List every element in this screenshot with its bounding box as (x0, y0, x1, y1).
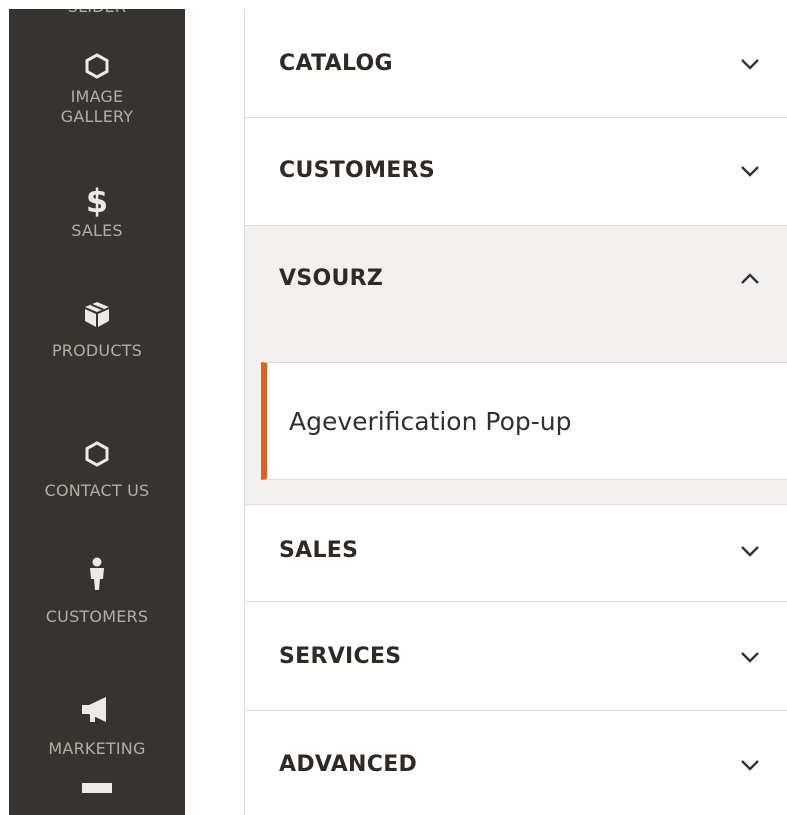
section-title: SERVICES (279, 644, 402, 669)
sidebar-item-label: IMAGE GALLERY (60, 87, 134, 126)
sidebar-item-sales[interactable]: $ SALES (9, 185, 185, 241)
section-vsourz[interactable]: VSOURZ (245, 226, 787, 343)
sidebar-item-label: PRODUCTS (51, 341, 143, 360)
dollar-icon: $ (85, 182, 109, 220)
section-title: SALES (279, 538, 359, 563)
sidebar-item-slider[interactable]: SLIDER (9, 9, 185, 17)
section-title: VSOURZ (279, 266, 384, 291)
config-item-ageverification-popup[interactable]: Ageverification Pop-up (261, 362, 787, 480)
chevron-down-icon (741, 59, 759, 70)
section-title: ADVANCED (279, 752, 418, 777)
admin-sidebar: SLIDER IMAGE GALLERY $ SALES PRODUCTS (9, 9, 185, 815)
chevron-down-icon (741, 546, 759, 557)
chevron-down-icon (741, 652, 759, 663)
section-title: CUSTOMERS (279, 158, 435, 183)
chevron-down-icon (741, 760, 759, 771)
sidebar-item-image-gallery[interactable]: IMAGE GALLERY (9, 53, 185, 127)
section-title: CATALOG (279, 51, 393, 76)
person-icon (9, 557, 185, 591)
store-icon (82, 783, 112, 793)
sidebar-item-marketing[interactable]: MARKETING (9, 695, 185, 759)
section-customers[interactable]: CUSTOMERS (245, 118, 787, 226)
megaphone-icon (9, 695, 185, 723)
chevron-down-icon (741, 166, 759, 177)
sidebar-item-products[interactable]: PRODUCTS (9, 299, 185, 361)
section-catalog[interactable]: CATALOG (245, 9, 787, 118)
sidebar-item-label: SALES (71, 221, 123, 240)
sidebar-item-contact-us[interactable]: CONTACT US (9, 441, 185, 501)
section-sales[interactable]: SALES (245, 505, 787, 602)
hexagon-icon (9, 441, 185, 467)
box-icon (9, 299, 185, 329)
section-vsourz-items: Ageverification Pop-up (245, 343, 787, 505)
section-services[interactable]: SERVICES (245, 602, 787, 711)
config-item-label: Ageverification Pop-up (289, 407, 572, 436)
section-advanced[interactable]: ADVANCED (245, 711, 787, 815)
sidebar-item-customers[interactable]: CUSTOMERS (9, 557, 185, 627)
chevron-up-icon (741, 273, 759, 284)
config-tabs: CATALOG CUSTOMERS VSOURZ Ageverification… (244, 9, 787, 815)
hexagon-icon (9, 53, 185, 79)
sidebar-item-label: MARKETING (48, 739, 146, 758)
sidebar-item-label: SLIDER (9, 9, 185, 17)
sidebar-item-label: CONTACT US (44, 481, 150, 500)
sidebar-item-label: CUSTOMERS (45, 607, 149, 626)
